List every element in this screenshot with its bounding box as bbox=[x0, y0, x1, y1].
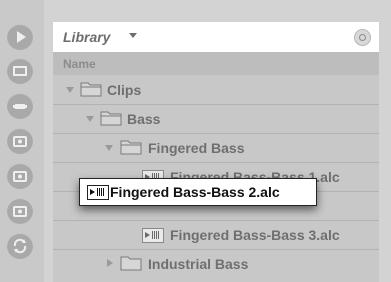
clip-icon bbox=[87, 185, 109, 200]
tree-row-label: Fingered Bass bbox=[148, 140, 245, 156]
tree-row-bass[interactable]: Bass bbox=[53, 105, 379, 134]
selected-clip-label: Fingered Bass-Bass 2.alc bbox=[110, 184, 280, 200]
collapse-toggle-icon[interactable] bbox=[107, 259, 113, 267]
folder-icon bbox=[80, 82, 102, 97]
folder-icon bbox=[100, 111, 122, 126]
browser-header: Library bbox=[53, 22, 379, 53]
left-icon-rail bbox=[0, 0, 44, 282]
expand-toggle-icon[interactable] bbox=[66, 87, 74, 93]
plug-icon[interactable] bbox=[7, 93, 33, 119]
expand-toggle-icon[interactable] bbox=[86, 116, 94, 122]
hotswap-icon[interactable] bbox=[354, 29, 371, 46]
play-icon[interactable] bbox=[7, 24, 33, 50]
selected-clip-row[interactable]: Fingered Bass-Bass 2.alc bbox=[79, 178, 317, 206]
tree-row-label: Clips bbox=[107, 82, 142, 98]
column-header-name: Name bbox=[63, 57, 96, 71]
chevron-down-icon[interactable] bbox=[129, 33, 137, 38]
window-icon[interactable] bbox=[7, 58, 33, 84]
browser-panel: Library Name Clips Bass Fingered Bass Fi… bbox=[53, 22, 379, 282]
tree-row-clips[interactable]: Clips bbox=[53, 76, 379, 105]
tree-row-label: Fingered Bass-Bass 3.alc bbox=[170, 227, 340, 243]
tree-row-clip-3[interactable]: Fingered Bass-Bass 3.alc bbox=[53, 221, 379, 250]
clip-icon bbox=[142, 228, 164, 243]
library-title[interactable]: Library bbox=[63, 29, 110, 45]
tree-row-label: Industrial Bass bbox=[148, 256, 249, 272]
tree-row-industrial-bass[interactable]: Industrial Bass bbox=[53, 250, 379, 278]
camera-icon-1[interactable] bbox=[7, 128, 33, 154]
folder-icon bbox=[120, 256, 142, 271]
camera-icon-2[interactable] bbox=[7, 163, 33, 189]
tree-row-label: Bass bbox=[127, 111, 161, 127]
tree-row-fingered-bass[interactable]: Fingered Bass bbox=[53, 134, 379, 163]
expand-toggle-icon[interactable] bbox=[105, 145, 113, 151]
folder-icon bbox=[120, 140, 142, 155]
column-header[interactable]: Name bbox=[53, 53, 379, 75]
camera-icon-3[interactable] bbox=[7, 198, 33, 224]
refresh-icon[interactable] bbox=[7, 233, 33, 259]
